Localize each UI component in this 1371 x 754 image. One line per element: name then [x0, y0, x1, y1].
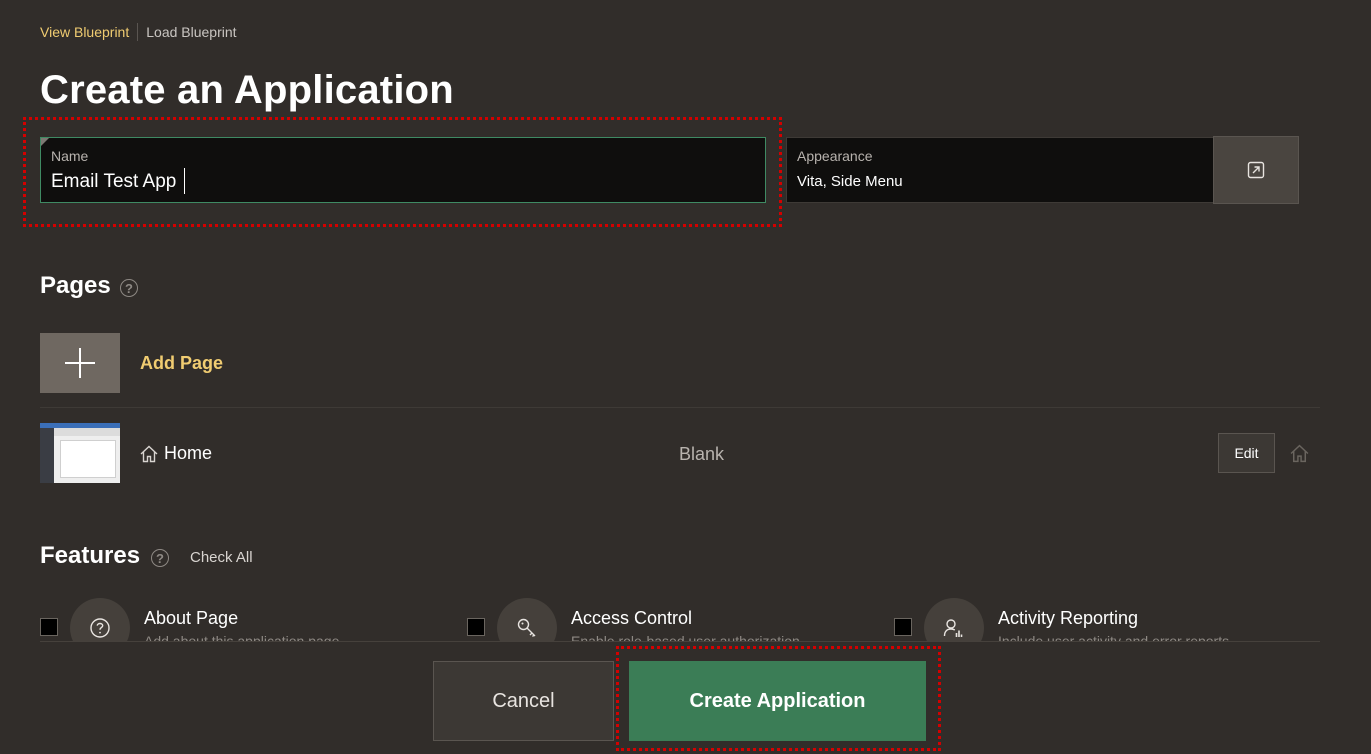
- pages-help-icon[interactable]: ?: [120, 279, 138, 297]
- feature-title: Access Control: [571, 608, 693, 628]
- create-application-page: View Blueprint Load Blueprint Create an …: [0, 0, 1371, 754]
- external-open-icon: [1247, 161, 1265, 179]
- name-field-label: Name: [51, 148, 89, 164]
- cancel-button[interactable]: Cancel: [433, 661, 614, 741]
- feature-checkbox[interactable]: [40, 618, 58, 636]
- appearance-field[interactable]: Appearance Vita, Side Menu: [786, 137, 1214, 203]
- feature-checkbox[interactable]: [467, 618, 485, 636]
- blueprint-tabs: View Blueprint Load Blueprint: [40, 23, 237, 41]
- features-help-icon[interactable]: ?: [151, 549, 169, 567]
- action-bar-divider: [40, 641, 1320, 642]
- text-caret: [184, 168, 185, 194]
- feature-about-page[interactable]: About Page Add about this application pa…: [40, 597, 440, 641]
- key-icon: [517, 618, 536, 637]
- pages-divider: [40, 407, 1320, 408]
- appearance-value: Vita, Side Menu: [797, 173, 903, 190]
- feature-icon-circle: [924, 598, 984, 641]
- name-field[interactable]: Name: [40, 137, 766, 203]
- set-home-icon[interactable]: [1289, 443, 1310, 464]
- feature-icon-circle: [70, 598, 130, 641]
- add-page-button[interactable]: [40, 333, 120, 393]
- tab-divider: [137, 23, 139, 41]
- feature-activity-reporting[interactable]: Activity Reporting Include user activity…: [894, 597, 1320, 641]
- page-name: Home: [164, 443, 213, 463]
- appearance-field-label: Appearance: [797, 148, 873, 164]
- feature-description: Add about this application page: [144, 633, 340, 641]
- view-blueprint-tab[interactable]: View Blueprint: [40, 24, 129, 40]
- feature-checkbox[interactable]: [894, 618, 912, 636]
- page-row-home: Home: [139, 443, 212, 464]
- load-blueprint-tab[interactable]: Load Blueprint: [146, 24, 236, 40]
- feature-description: Enable role-based user authorization: [571, 633, 800, 641]
- add-page-link[interactable]: Add Page: [140, 353, 223, 374]
- feature-title: Activity Reporting: [998, 608, 1139, 628]
- edit-page-button[interactable]: Edit: [1218, 433, 1275, 473]
- page-title: Create an Application: [40, 68, 454, 112]
- features-heading: Features: [40, 542, 141, 569]
- name-input[interactable]: [51, 171, 741, 193]
- check-all-link[interactable]: Check All: [190, 549, 253, 566]
- feature-description: Include user activity and error reports: [998, 633, 1230, 641]
- feature-title: About Page: [144, 608, 239, 628]
- feature-icon-circle: [497, 598, 557, 641]
- pages-heading: Pages: [40, 272, 111, 299]
- page-thumbnail: [40, 423, 120, 483]
- appearance-open-button[interactable]: [1213, 136, 1299, 204]
- feature-access-control[interactable]: Access Control Enable role-based user au…: [467, 597, 867, 641]
- user-chart-icon: [943, 619, 963, 637]
- page-type: Blank: [679, 444, 725, 464]
- home-icon: [140, 445, 158, 462]
- create-application-button[interactable]: Create Application: [629, 661, 926, 741]
- question-icon: [90, 618, 110, 638]
- plus-icon: [65, 348, 95, 378]
